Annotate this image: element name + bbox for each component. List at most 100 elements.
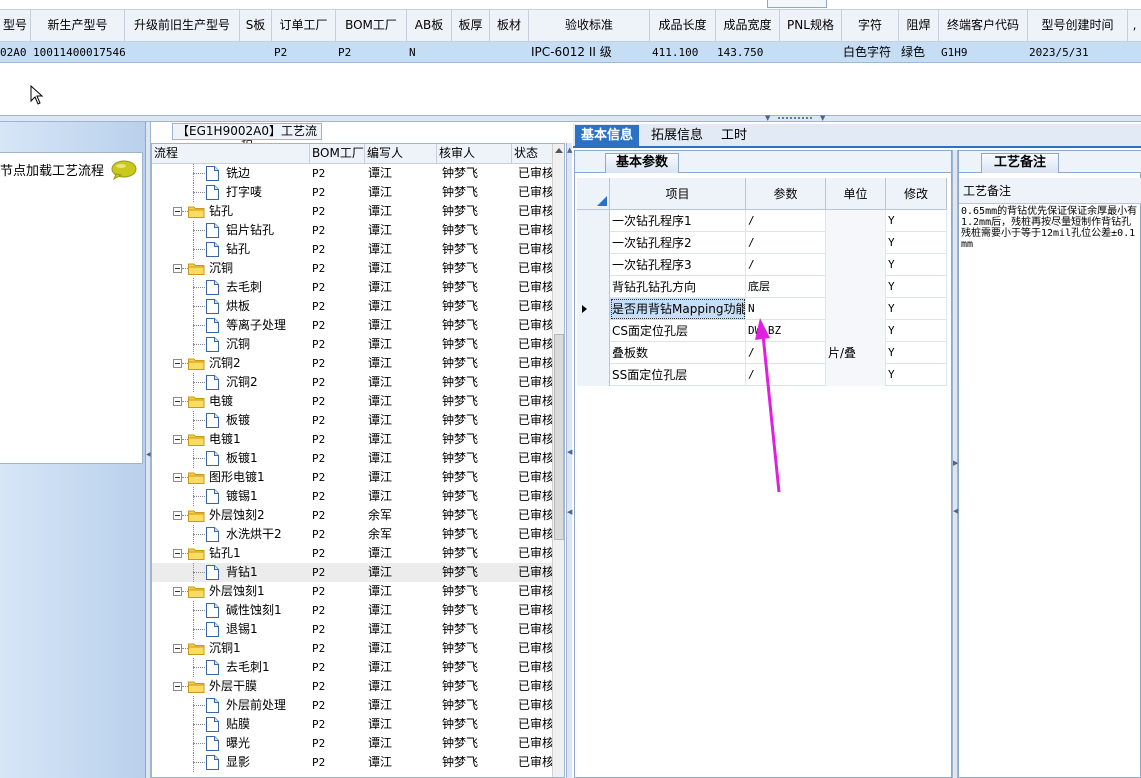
col-header-char[interactable]: 字符 <box>842 10 899 41</box>
col-header-new-model[interactable]: 新生产型号 <box>31 10 125 41</box>
col-header-order-factory[interactable]: 订单工厂 <box>272 10 336 41</box>
col-header-standard[interactable]: 验收标准 <box>529 10 650 41</box>
param-value-cell[interactable]: / <box>746 342 826 364</box>
col-header-material[interactable]: 板材 <box>490 10 529 41</box>
tab-work-hours[interactable]: 工时 <box>715 125 753 147</box>
tree-node[interactable]: 贴膜 <box>152 715 304 734</box>
process-tree-row[interactable]: 外层蚀刻1 P2 谭江 钟梦飞 已审核 <box>152 582 554 601</box>
tree-node[interactable]: 镀锡1 <box>152 487 304 506</box>
process-tree-row[interactable]: 板镀1 P2 谭江 钟梦飞 已审核 <box>152 449 554 468</box>
process-tree-row[interactable]: 沉铜2 P2 谭江 钟梦飞 已审核 <box>152 354 554 373</box>
tree-node[interactable]: 电镀 <box>152 392 304 411</box>
collapsed-tab[interactable] <box>767 0 827 8</box>
tree-node[interactable]: 沉铜 <box>152 335 304 354</box>
row-indicator[interactable] <box>577 342 610 364</box>
param-value-cell[interactable]: N <box>746 298 826 320</box>
col-header-bom-factory[interactable]: BOM工厂 <box>336 10 407 41</box>
collapse-toggle-icon[interactable] <box>173 549 182 558</box>
param-value-cell[interactable]: / <box>746 232 826 254</box>
tree-node[interactable]: 去毛刺1 <box>152 658 304 677</box>
collapse-toggle-icon[interactable] <box>173 682 182 691</box>
process-tree-row[interactable]: 水洗烘干2 P2 余军 钟梦飞 已审核 <box>152 525 554 544</box>
param-row[interactable]: 是否用背钻Mapping功能 N Y <box>577 298 947 320</box>
col-header-ab-board[interactable]: AB板 <box>407 10 452 41</box>
tab-basic-params[interactable]: 基本参数 <box>605 153 680 173</box>
tree-node[interactable]: 曝光 <box>152 734 304 753</box>
col-header-created[interactable]: 型号创建时间 <box>1028 10 1128 41</box>
param-value-cell[interactable]: 底层 <box>746 276 826 298</box>
process-tree-row[interactable]: 图形电镀1 P2 谭江 钟梦飞 已审核 <box>152 468 554 487</box>
tree-node[interactable]: 外层蚀刻2 <box>152 506 304 525</box>
model-grid-row[interactable]: 02A0 10011400017546 P2 P2 N IPC-6012 II … <box>0 42 1141 63</box>
param-row[interactable]: 一次钻孔程序2/ Y <box>577 232 947 254</box>
process-tree-row[interactable]: 钻孔 P2 谭江 钟梦飞 已审核 <box>152 240 554 259</box>
tree-node[interactable]: 外层前处理 <box>152 696 304 715</box>
collapse-toggle-icon[interactable] <box>173 473 182 482</box>
param-value-cell[interactable]: DW_BZ <box>746 320 826 342</box>
col-header-reviewer[interactable]: 核审人 <box>437 144 512 163</box>
col-header-unit[interactable]: 单位 <box>826 178 886 210</box>
col-header-thickness[interactable]: 板厚 <box>452 10 490 41</box>
param-row[interactable]: 背钻孔钻孔方向 底层 Y <box>577 276 947 298</box>
remark-textarea[interactable]: 0.65mm的背钻优先保证保证余厚最小有1.2mm后，残桩再按尽量短制作背钻孔残… <box>961 206 1140 250</box>
param-value-cell[interactable]: / <box>746 210 826 232</box>
tree-node[interactable]: 水洗烘干2 <box>152 525 304 544</box>
tree-node[interactable]: 电镀1 <box>152 430 304 449</box>
process-tree-row[interactable]: 去毛刺1 P2 谭江 钟梦飞 已审核 <box>152 658 554 677</box>
tree-node[interactable]: 外层蚀刻1 <box>152 582 304 601</box>
row-indicator[interactable] <box>577 320 610 342</box>
process-tree-row[interactable]: 背钻1 P2 谭江 钟梦飞 已审核 <box>152 563 554 582</box>
col-header-customer[interactable]: 终端客户代码 <box>939 10 1028 41</box>
tree-node[interactable]: 烘板 <box>152 297 304 316</box>
tree-node[interactable]: 背钻1 <box>152 563 304 582</box>
process-tree-row[interactable]: 碱性蚀刻1 P2 谭江 钟梦飞 已审核 <box>152 601 554 620</box>
node-load-title[interactable]: 节点加载工艺流程 <box>0 160 104 179</box>
param-row[interactable]: SS面定位孔层 / Y <box>577 364 947 386</box>
tree-node[interactable]: 等离子处理 <box>152 316 304 335</box>
tree-node[interactable]: 退锡1 <box>152 620 304 639</box>
col-header-mask[interactable]: 阻焊 <box>899 10 939 41</box>
param-row[interactable]: CS面定位孔层 DW_BZ Y <box>577 320 947 342</box>
collapse-toggle-icon[interactable] <box>173 511 182 520</box>
process-tree-row[interactable]: 铝片钻孔 P2 谭江 钟梦飞 已审核 <box>152 221 554 240</box>
process-tree-row[interactable]: 贴膜 P2 谭江 钟梦飞 已审核 <box>152 715 554 734</box>
tree-node[interactable]: 钻孔 <box>152 240 304 259</box>
col-header-old-model[interactable]: 升级前旧生产型号 <box>125 10 240 41</box>
col-header-pnl[interactable]: PNL规格 <box>780 10 842 41</box>
collapse-toggle-icon[interactable] <box>173 207 182 216</box>
col-header-bom[interactable]: BOM工厂 <box>310 144 365 163</box>
tree-node[interactable]: 铝片钻孔 <box>152 221 304 240</box>
row-indicator[interactable] <box>577 276 610 298</box>
row-indicator-header[interactable] <box>577 178 610 210</box>
process-tree-row[interactable]: 外层干膜 P2 谭江 钟梦飞 已审核 <box>152 677 554 696</box>
param-row[interactable]: 一次钻孔程序3/ Y <box>577 254 947 276</box>
tree-node[interactable]: 显影 <box>152 753 304 772</box>
process-tree-row[interactable]: 打字唛 P2 谭江 钟梦飞 已审核 <box>152 183 554 202</box>
process-tree-row[interactable]: 曝光 P2 谭江 钟梦飞 已审核 <box>152 734 554 753</box>
process-tree-row[interactable]: 显影 P2 谭江 钟梦飞 已审核 <box>152 753 554 772</box>
process-tree-row[interactable]: 外层前处理 P2 谭江 钟梦飞 已审核 <box>152 696 554 715</box>
tab-basic-info[interactable]: 基本信息 <box>575 125 640 147</box>
col-header-flow[interactable]: 流程 <box>152 144 310 163</box>
process-tree-row[interactable]: 镀锡1 P2 谭江 钟梦飞 已审核 <box>152 487 554 506</box>
collapse-toggle-icon[interactable] <box>173 587 182 596</box>
tree-node[interactable]: 外层干膜 <box>152 677 304 696</box>
horizontal-splitter[interactable]: ▼ ▼ <box>0 115 1141 122</box>
process-tree-row[interactable]: 沉铜1 P2 谭江 钟梦飞 已审核 <box>152 639 554 658</box>
tree-node[interactable]: 去毛刺 <box>152 278 304 297</box>
tab-process-remark[interactable]: 工艺备注 <box>981 153 1059 173</box>
process-tree-row[interactable]: 沉铜 P2 谭江 钟梦飞 已审核 <box>152 335 554 354</box>
collapse-toggle-icon[interactable] <box>173 435 182 444</box>
collapse-toggle-icon[interactable] <box>173 264 182 273</box>
tree-node[interactable]: 板镀 <box>152 411 304 430</box>
process-tree-row[interactable]: 烘板 P2 谭江 钟梦飞 已审核 <box>152 297 554 316</box>
process-tree-row[interactable]: 钻孔1 P2 谭江 钟梦飞 已审核 <box>152 544 554 563</box>
row-indicator[interactable] <box>577 298 610 320</box>
tree-node[interactable]: 钻孔 <box>152 202 304 221</box>
process-tree-row[interactable]: 去毛刺 P2 谭江 钟梦飞 已审核 <box>152 278 554 297</box>
col-header-model[interactable]: 型号 <box>0 10 31 41</box>
param-row[interactable]: 一次钻孔程序1/ Y <box>577 210 947 232</box>
col-header-param[interactable]: 参数 <box>746 178 826 210</box>
tree-node[interactable]: 打字唛 <box>152 183 304 202</box>
process-tree-row[interactable]: 钻孔 P2 谭江 钟梦飞 已审核 <box>152 202 554 221</box>
